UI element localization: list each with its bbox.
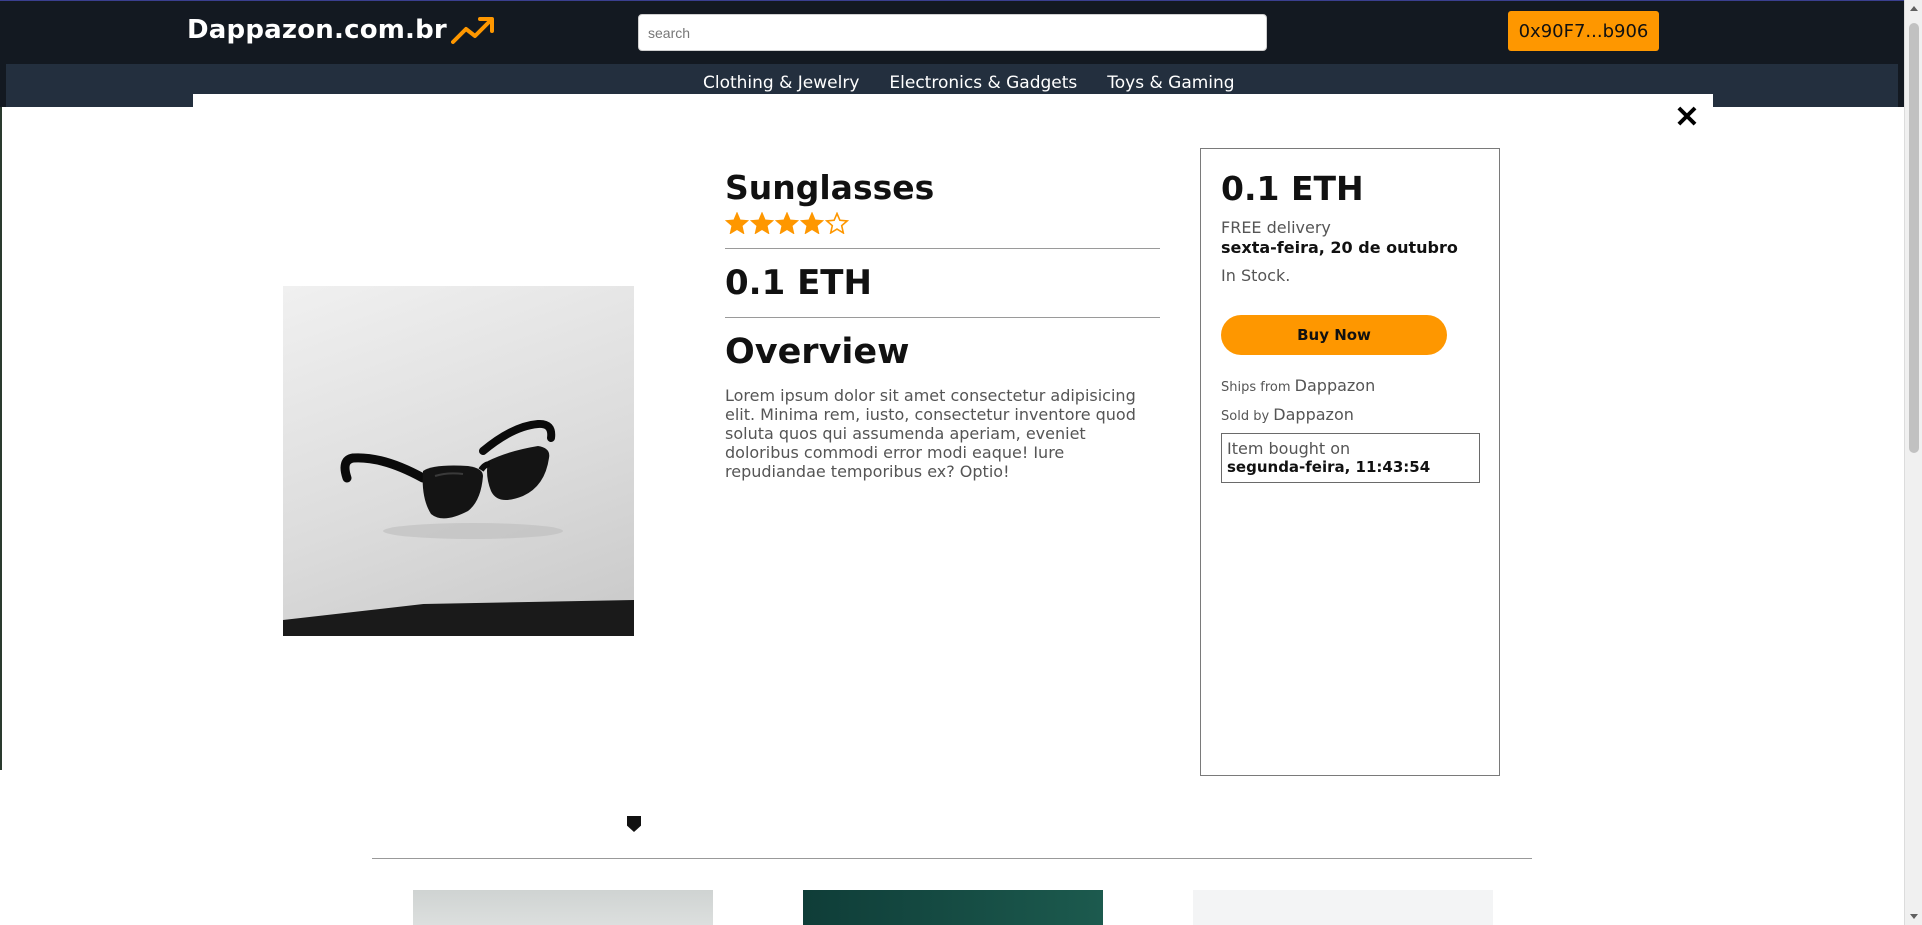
buy-now-button[interactable]: Buy Now xyxy=(1221,315,1447,355)
brand-name[interactable]: Dappazon.com.br xyxy=(187,15,447,45)
star-filled-icon xyxy=(800,212,824,234)
modal-backdrop-right xyxy=(1713,107,1904,770)
sold-by: Sold by Dappazon xyxy=(1221,405,1354,424)
star-empty-icon xyxy=(825,212,849,234)
ships-from-value: Dappazon xyxy=(1294,376,1376,395)
star-filled-icon xyxy=(725,212,749,234)
modal-backdrop-left xyxy=(0,107,193,770)
buybox-price: 0.1 ETH xyxy=(1221,169,1364,208)
scroll-down-arrow-icon[interactable] xyxy=(1910,914,1918,919)
delivery-label: FREE delivery xyxy=(1221,218,1331,237)
buy-box: 0.1 ETH FREE delivery sexta-feira, 20 de… xyxy=(1200,148,1500,776)
star-filled-icon xyxy=(750,212,774,234)
sold-by-label: Sold by xyxy=(1221,409,1270,424)
product-card[interactable] xyxy=(803,890,1103,925)
section-heading-fragment xyxy=(627,816,641,832)
overview-heading: Overview xyxy=(725,332,910,372)
sunglasses-image xyxy=(283,286,634,636)
product-card[interactable] xyxy=(1193,890,1493,925)
scrollbar[interactable] xyxy=(1904,0,1922,925)
product-price: 0.1 ETH xyxy=(725,263,872,303)
stock-status: In Stock. xyxy=(1221,266,1291,285)
purchase-record: Item bought on segunda-feira, 11:43:54 xyxy=(1221,433,1480,483)
scroll-up-arrow-icon[interactable] xyxy=(1910,6,1918,11)
account-button[interactable]: 0x90F7...b906 xyxy=(1508,11,1659,51)
bought-date: segunda-feira, 11:43:54 xyxy=(1227,458,1431,476)
divider xyxy=(725,248,1160,249)
product-card[interactable] xyxy=(413,890,713,925)
rating-stars xyxy=(725,212,1160,236)
divider xyxy=(725,317,1160,318)
close-icon[interactable]: ✕ xyxy=(1673,103,1701,133)
sold-by-value: Dappazon xyxy=(1273,405,1354,424)
ships-from-label: Ships from xyxy=(1221,380,1291,395)
star-filled-icon xyxy=(775,212,799,234)
category-electronics-gadgets[interactable]: Electronics & Gadgets xyxy=(889,73,1077,93)
category-toys-gaming[interactable]: Toys & Gaming xyxy=(1107,73,1234,93)
section-divider xyxy=(372,858,1532,859)
ships-from: Ships from Dappazon xyxy=(1221,376,1375,395)
product-description: Lorem ipsum dolor sit amet consectetur a… xyxy=(725,386,1136,481)
product-title: Sunglasses xyxy=(725,168,935,207)
category-links: Clothing & Jewelry Electronics & Gadgets… xyxy=(703,73,1235,93)
scroll-thumb[interactable] xyxy=(1909,23,1919,453)
product-info: Sunglasses 0.1 ETH Overview Lorem ipsum … xyxy=(725,166,1160,481)
search-input[interactable] xyxy=(638,14,1267,51)
delivery-date: sexta-feira, 20 de outubro xyxy=(1221,238,1458,257)
sunglasses-icon xyxy=(340,419,563,539)
brand[interactable]: Dappazon.com.br xyxy=(187,14,497,46)
bought-label: Item bought on xyxy=(1227,439,1351,458)
trending-up-icon xyxy=(450,17,494,44)
category-clothing-jewelry[interactable]: Clothing & Jewelry xyxy=(703,73,859,93)
